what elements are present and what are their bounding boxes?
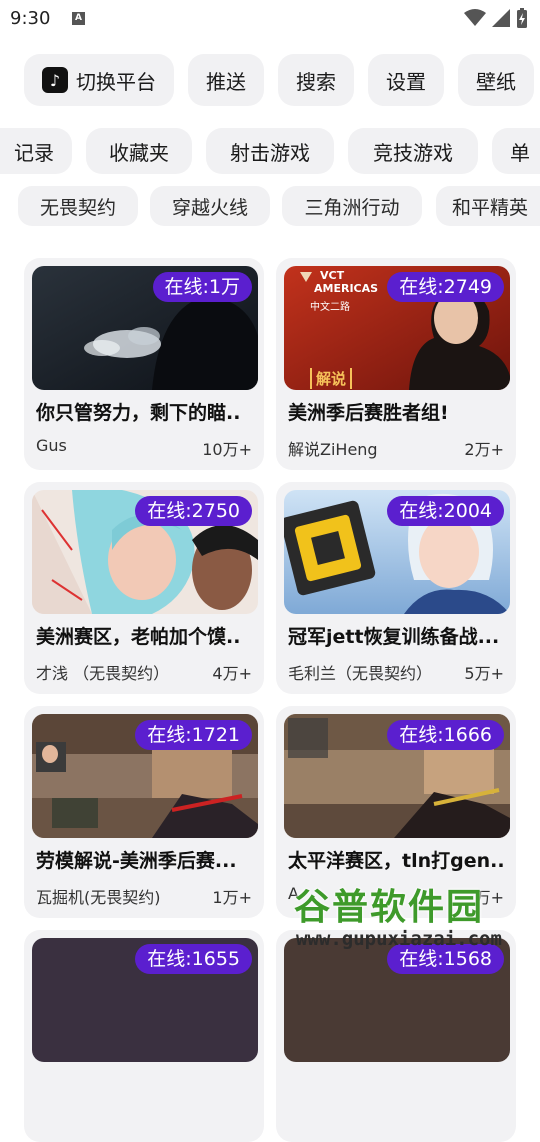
watermark-url: www.gupuxiazai.com: [296, 928, 502, 950]
stream-author: 瓦掘机(无畏契约): [36, 888, 161, 907]
category-label: 射击游戏: [230, 140, 310, 165]
switch-platform-label: 切换平台: [76, 69, 156, 94]
stream-card[interactable]: VCT AMERICAS 中文二路 解说 在线:2749 美洲季后赛胜者组! 解…: [276, 258, 516, 470]
view-count: 2万+: [464, 440, 504, 459]
category-competitive[interactable]: 竞技游戏: [348, 128, 478, 174]
game-delta-force[interactable]: 三角洲行动: [282, 186, 422, 226]
stream-thumbnail: 在线:2004: [284, 490, 510, 614]
wallpaper-button[interactable]: 壁纸: [458, 54, 534, 106]
game-label: 无畏契约: [39, 196, 116, 219]
stream-thumbnail: 在线:2750: [32, 490, 258, 614]
search-button[interactable]: 搜索: [278, 54, 354, 106]
chinese-stream-label: 中文二路: [310, 302, 350, 313]
stream-thumbnail: 在线:1568: [284, 938, 510, 1062]
stream-author: 才浅 （无畏契约）: [36, 664, 170, 683]
view-count: 10万+: [202, 440, 252, 459]
settings-button[interactable]: 设置: [368, 54, 444, 106]
category-shooter[interactable]: 射击游戏: [206, 128, 334, 174]
online-badge: 在线:1721: [135, 720, 252, 750]
search-label: 搜索: [296, 69, 336, 94]
wifi-icon: [464, 9, 486, 26]
category-label: 记录: [14, 140, 54, 165]
stream-title: 劳模解说-美洲季后赛...: [36, 850, 237, 872]
online-badge: 在线:1万: [152, 272, 252, 302]
stream-title: 冠军jett恢复训练备战...: [288, 626, 500, 648]
a-notification-icon: A: [72, 12, 85, 25]
category-label: 竞技游戏: [373, 140, 453, 165]
category-label: 收藏夹: [109, 140, 169, 165]
stream-card[interactable]: 在线:1568: [276, 930, 516, 1142]
status-bar: 9:30 A: [0, 0, 540, 38]
vct-logo-text: VCT: [320, 269, 345, 282]
view-count: 4万+: [212, 664, 252, 683]
stream-card[interactable]: 在线:1721 劳模解说-美洲季后赛... 瓦掘机(无畏契约) 1万+: [24, 706, 264, 918]
view-count: 1万+: [212, 888, 252, 907]
stream-thumbnail: 在线:1666: [284, 714, 510, 838]
category-row: 记录 收藏夹 射击游戏 竞技游戏 单: [0, 128, 540, 184]
game-row: 无畏契约 穿越火线 三角洲行动 和平精英: [0, 186, 540, 234]
stream-card[interactable]: 在线:1万 你只管努力，剩下的瞄.. Gus 10万+: [24, 258, 264, 470]
stream-thumbnail: 在线:1万: [32, 266, 258, 390]
signal-icon: [492, 9, 510, 27]
stream-author: Gus: [36, 436, 67, 455]
stream-card[interactable]: 在线:2750 美洲赛区，老帕加个馍.. 才浅 （无畏契约） 4万+: [24, 482, 264, 694]
view-count: 5万+: [464, 664, 504, 683]
game-label: 穿越火线: [171, 196, 248, 219]
stream-title: 你只管努力，剩下的瞄..: [36, 402, 241, 424]
category-favorites[interactable]: 收藏夹: [86, 128, 192, 174]
game-peacekeeper[interactable]: 和平精英: [436, 186, 540, 226]
status-time: 9:30: [10, 8, 51, 29]
push-button[interactable]: 推送: [188, 54, 264, 106]
category-label: 单: [510, 140, 530, 165]
stream-thumbnail: 在线:1655: [32, 938, 258, 1062]
americas-logo-text: AMERICAS: [314, 282, 379, 295]
switch-platform-button[interactable]: ♪ 切换平台: [24, 54, 174, 106]
stream-card[interactable]: 在线:2004 冠军jett恢复训练备战... 毛利兰（无畏契约） 5万+: [276, 482, 516, 694]
tiktok-icon: ♪: [42, 67, 68, 93]
wallpaper-label: 壁纸: [476, 69, 516, 94]
game-label: 三角洲行动: [304, 196, 400, 219]
site-watermark: 谷普软件园 www.gupuxiazai.com: [294, 874, 540, 956]
stream-thumbnail: VCT AMERICAS 中文二路 解说 在线:2749: [284, 266, 510, 390]
stream-thumbnail: 在线:1721: [32, 714, 258, 838]
online-badge: 在线:1666: [387, 720, 504, 750]
game-label: 和平精英: [452, 196, 529, 219]
online-badge: 在线:2750: [135, 496, 252, 526]
category-history[interactable]: 记录: [0, 128, 72, 174]
game-valorant[interactable]: 无畏契约: [18, 186, 138, 226]
stream-card[interactable]: 在线:1655: [24, 930, 264, 1142]
category-more[interactable]: 单: [492, 128, 540, 174]
online-badge: 在线:2004: [387, 496, 504, 526]
watermark-name: 谷普软件园: [294, 887, 485, 928]
online-badge: 在线:1655: [135, 944, 252, 974]
commentary-tag: 解说: [310, 368, 353, 389]
stream-author: 解说ZiHeng: [288, 440, 378, 459]
stream-title: 美洲赛区，老帕加个馍..: [36, 626, 241, 648]
platform-row: ♪ 切换平台 推送 搜索 设置 壁纸: [0, 54, 540, 110]
push-label: 推送: [206, 69, 246, 94]
battery-icon: [517, 8, 527, 28]
stream-title: 美洲季后赛胜者组!: [288, 402, 449, 424]
stream-author: 毛利兰（无畏契约）: [288, 664, 433, 683]
game-crossfire[interactable]: 穿越火线: [150, 186, 270, 226]
online-badge: 在线:2749: [387, 272, 504, 302]
settings-label: 设置: [386, 69, 426, 94]
stream-title: 太平洋赛区，tln打gen..: [288, 850, 505, 872]
